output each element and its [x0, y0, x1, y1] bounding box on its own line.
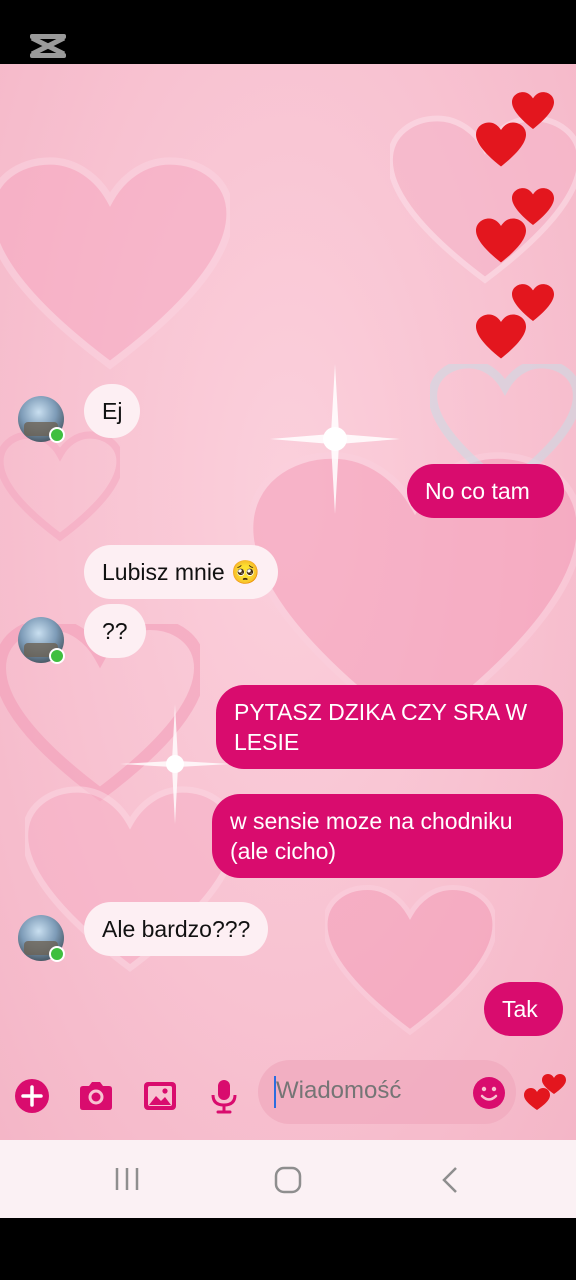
- background-heart-decoration: [325, 884, 495, 1036]
- system-navigation-bar: [0, 1140, 576, 1218]
- plus-icon[interactable]: [12, 1076, 52, 1116]
- online-status-dot: [49, 648, 65, 664]
- capcut-logo: [30, 34, 66, 58]
- red-heart-decoration: [476, 122, 526, 167]
- chat-thread[interactable]: Ej No co tam Lubisz mnie 🥺 ?? PYTASZ DZI…: [0, 64, 576, 1140]
- back-icon[interactable]: [436, 1164, 466, 1196]
- incoming-message[interactable]: Ej: [84, 384, 141, 438]
- online-status-dot: [49, 946, 65, 962]
- red-heart-decoration: [476, 218, 526, 263]
- home-icon[interactable]: [272, 1164, 304, 1196]
- incoming-message[interactable]: ??: [84, 604, 146, 658]
- red-heart-decoration: [476, 314, 526, 359]
- background-heart-decoration: [0, 157, 230, 370]
- message-field[interactable]: [258, 1060, 516, 1124]
- outgoing-message[interactable]: Tak: [484, 982, 563, 1036]
- outgoing-message[interactable]: No co tam: [407, 464, 564, 518]
- contact-avatar[interactable]: [18, 396, 65, 443]
- bottom-letterbox: [0, 1218, 576, 1280]
- contact-avatar[interactable]: [18, 617, 65, 664]
- gallery-icon[interactable]: [140, 1076, 180, 1116]
- incoming-message[interactable]: Lubisz mnie 🥺: [84, 545, 278, 599]
- recent-apps-icon[interactable]: [110, 1164, 144, 1194]
- outgoing-message[interactable]: PYTASZ DZIKA CZY SRA W LESIE: [216, 685, 563, 769]
- microphone-icon[interactable]: [204, 1076, 244, 1116]
- hearts-reaction-icon[interactable]: [524, 1072, 566, 1112]
- message-input[interactable]: [276, 1077, 456, 1105]
- status-bar: [0, 0, 576, 64]
- sparkle-decoration: [120, 704, 230, 824]
- sparkle-decoration: [270, 364, 400, 514]
- incoming-message[interactable]: Ale bardzo???: [84, 902, 269, 956]
- outgoing-message[interactable]: w sensie moze na chodniku (ale cicho): [212, 794, 563, 878]
- contact-avatar[interactable]: [18, 915, 65, 962]
- emoji-icon[interactable]: [472, 1076, 506, 1110]
- camera-icon[interactable]: [76, 1076, 116, 1116]
- online-status-dot: [49, 427, 65, 443]
